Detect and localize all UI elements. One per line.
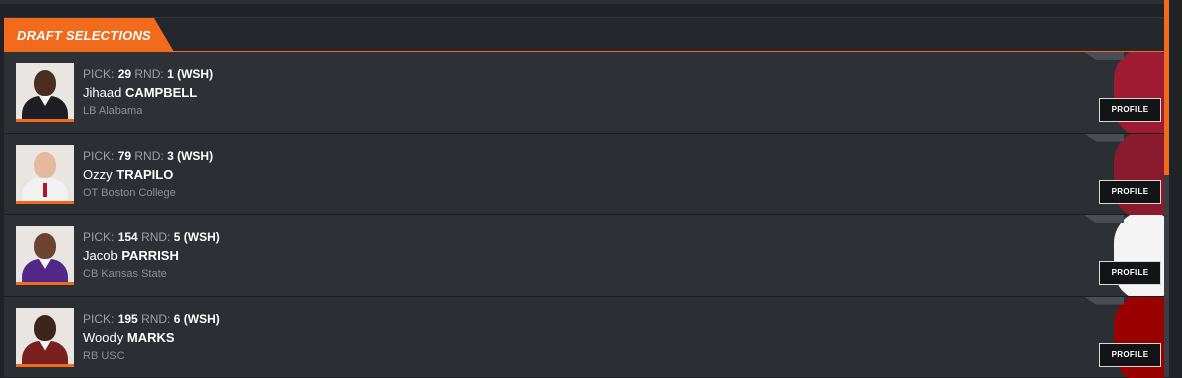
pick-number: 195 [118,312,138,326]
position-school: RB USC [83,349,220,363]
position-school: OT Boston College [83,186,213,200]
round-label: RND: [134,149,163,163]
player-first-name: Ozzy [83,167,113,182]
pick-label: PICK: [83,230,114,244]
round-number: 3 [167,149,174,163]
pick-info: PICK: 79 RND: 3 (WSH) Ozzy TRAPILO OT Bo… [83,149,213,200]
pick-line: PICK: 195 RND: 6 (WSH) [83,312,220,326]
player-last-name: CAMPBELL [125,85,197,100]
pick-number: 154 [118,230,138,244]
player-name[interactable]: Jihaad CAMPBELL [83,85,213,101]
player-name[interactable]: Ozzy TRAPILO [83,167,213,183]
profile-button[interactable]: PROFILE [1099,180,1161,204]
team-code: (WSH) [177,149,213,163]
pick-info: PICK: 154 RND: 5 (WSH) Jacob PARRISH CB … [83,230,220,281]
draft-pick-row: PICK: 195 RND: 6 (WSH) Woody MARKS RB US… [4,297,1164,378]
scrollbar-rail [1164,175,1169,377]
logo-stripe [1084,215,1124,223]
player-first-name: Jihaad [83,85,121,100]
team-code: (WSH) [177,67,213,81]
draft-pick-row: PICK: 154 RND: 5 (WSH) Jacob PARRISH CB … [4,215,1164,297]
player-last-name: MARKS [127,330,175,345]
logo-stripe [1084,134,1124,142]
player-photo-head [34,70,56,96]
round-label: RND: [141,312,170,326]
player-photo[interactable] [16,308,74,367]
player-photo[interactable] [16,226,74,285]
top-bar [0,0,1182,4]
player-last-name: TRAPILO [116,167,173,182]
player-photo[interactable] [16,63,74,122]
pick-number: 79 [118,149,131,163]
team-code: (WSH) [184,312,220,326]
player-last-name: PARRISH [121,248,179,263]
player-name[interactable]: Woody MARKS [83,330,220,346]
logo-stripe [1084,52,1124,60]
player-photo-head [34,152,56,178]
round-number: 5 [174,230,181,244]
team-code: (WSH) [184,230,220,244]
scrollbar-thumb[interactable] [1164,0,1169,175]
logo-stripe [1084,297,1124,305]
pick-label: PICK: [83,149,114,163]
round-label: RND: [141,230,170,244]
position-school: LB Alabama [83,104,213,118]
round-number: 6 [174,312,181,326]
player-photo-head [34,315,56,341]
player-first-name: Woody [83,330,123,345]
draft-pick-row: PICK: 79 RND: 3 (WSH) Ozzy TRAPILO OT Bo… [4,134,1164,216]
player-photo-head [34,233,56,259]
round-label: RND: [134,67,163,81]
pick-info: PICK: 29 RND: 1 (WSH) Jihaad CAMPBELL LB… [83,67,213,118]
section-header: DRAFT SELECTIONS [4,18,1164,52]
pick-line: PICK: 29 RND: 1 (WSH) [83,67,213,81]
pick-label: PICK: [83,67,114,81]
pick-number: 29 [118,67,131,81]
pick-line: PICK: 154 RND: 5 (WSH) [83,230,220,244]
profile-button[interactable]: PROFILE [1099,98,1161,122]
draft-list: PICK: 29 RND: 1 (WSH) Jihaad CAMPBELL LB… [4,52,1164,378]
round-number: 1 [167,67,174,81]
draft-pick-row: PICK: 29 RND: 1 (WSH) Jihaad CAMPBELL LB… [4,52,1164,134]
profile-button[interactable]: PROFILE [1099,343,1161,367]
player-name[interactable]: Jacob PARRISH [83,248,220,264]
pick-info: PICK: 195 RND: 6 (WSH) Woody MARKS RB US… [83,312,220,363]
position-school: CB Kansas State [83,267,220,281]
pick-line: PICK: 79 RND: 3 (WSH) [83,149,213,163]
player-photo-tie [43,183,47,197]
profile-button[interactable]: PROFILE [1099,261,1161,285]
player-photo[interactable] [16,145,74,204]
player-first-name: Jacob [83,248,118,263]
section-title: DRAFT SELECTIONS [17,28,151,43]
pick-label: PICK: [83,312,114,326]
